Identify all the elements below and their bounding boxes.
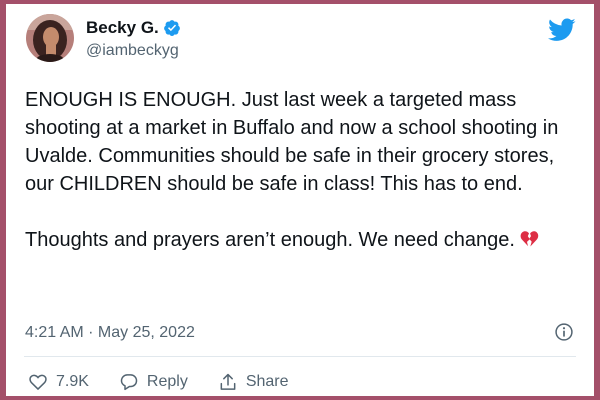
display-name[interactable]: Becky G. xyxy=(86,18,159,38)
action-bar: 7.9K Reply Share xyxy=(28,372,319,392)
divider xyxy=(24,356,576,357)
verified-badge-icon xyxy=(163,20,180,37)
share-icon xyxy=(220,373,236,390)
reply-label: Reply xyxy=(146,373,188,390)
avatar[interactable] xyxy=(26,14,74,62)
author-name-row: Becky G. xyxy=(86,18,181,38)
tweet-timestamp[interactable]: 4:21 AM · May 25, 2022 xyxy=(25,324,195,342)
tweet-card: Becky G. @iambeckyg ENOUGH IS ENOUGH. Ju… xyxy=(6,4,594,396)
heart-icon xyxy=(29,374,47,391)
author-handle[interactable]: @iambeckyg xyxy=(86,42,179,60)
tweet-body: ENOUGH IS ENOUGH. Just last week a targe… xyxy=(25,86,585,254)
reply-icon xyxy=(120,374,138,391)
share-button[interactable]: Share xyxy=(218,372,289,392)
info-icon[interactable] xyxy=(554,322,574,342)
twitter-bird-icon[interactable] xyxy=(548,18,576,42)
share-label: Share xyxy=(245,373,289,390)
like-count: 7.9K xyxy=(56,373,89,390)
tweet-text: ENOUGH IS ENOUGH. Just last week a targe… xyxy=(25,89,559,251)
broken-heart-icon xyxy=(520,231,539,247)
like-button[interactable]: 7.9K xyxy=(28,372,89,392)
profile-photo xyxy=(26,14,74,62)
reply-button[interactable]: Reply xyxy=(119,372,188,392)
